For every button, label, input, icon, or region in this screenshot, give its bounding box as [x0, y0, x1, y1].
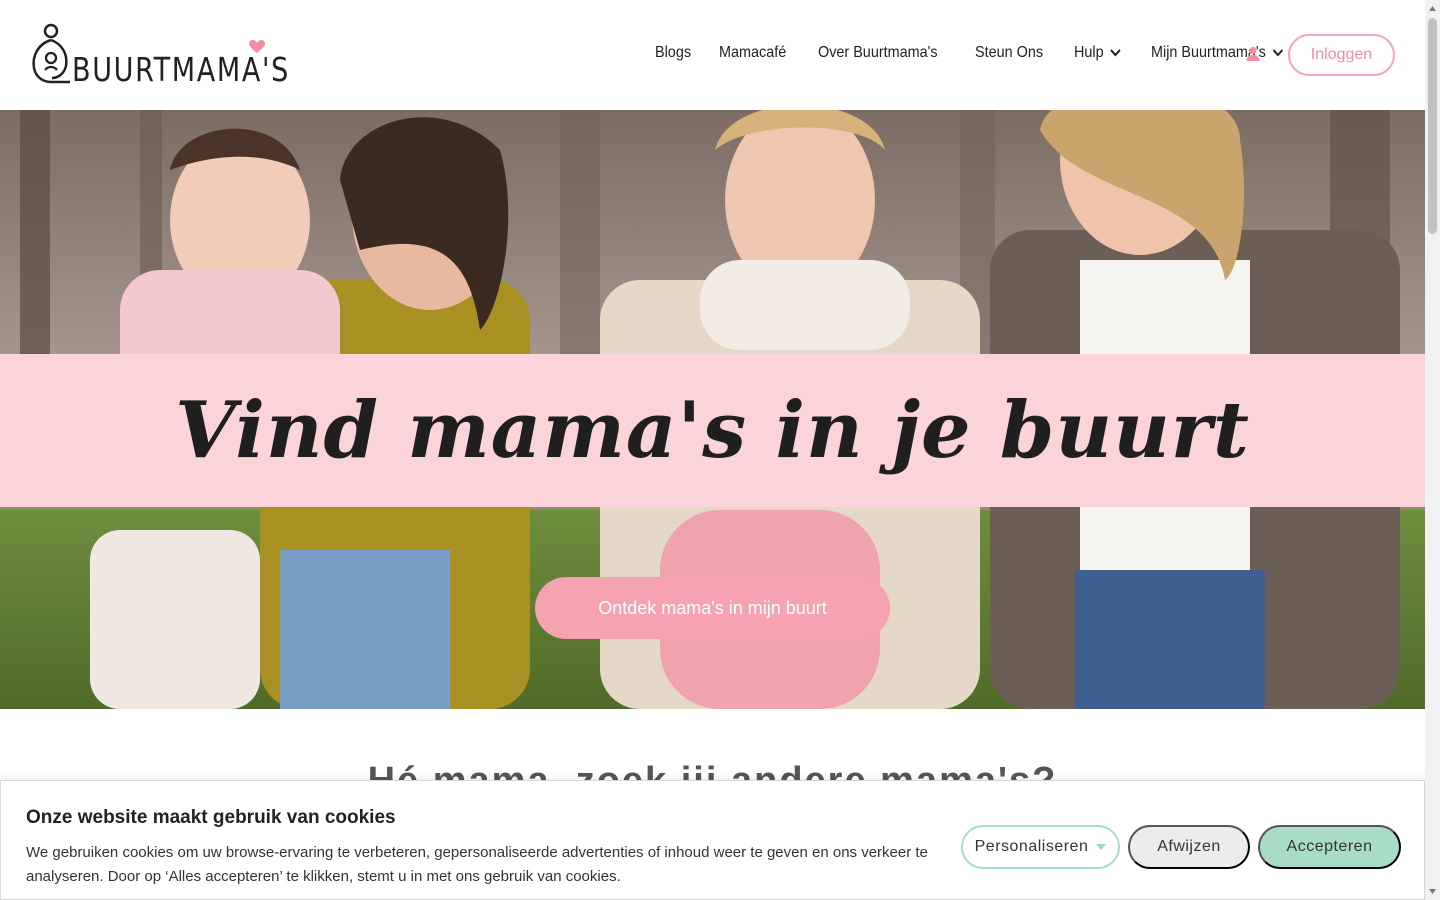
logo-wordmark: BUURTMAMA'S [72, 50, 290, 89]
nav-item-hulp[interactable]: Hulp [1074, 44, 1122, 62]
login-button[interactable]: Inloggen [1288, 34, 1395, 76]
chevron-down-icon [1110, 49, 1121, 57]
scroll-thumb[interactable] [1428, 18, 1437, 234]
scroll-down-arrow-icon[interactable] [1428, 887, 1437, 896]
cookie-title: Onze website maakt gebruik van cookies [26, 807, 396, 828]
nav-item-mijn-buurtmamas[interactable]: Mijn Buurtmama's [1151, 44, 1284, 62]
nav-item-mamacafe[interactable]: Mamacafé [719, 44, 786, 62]
nav-item-steun-ons[interactable]: Steun Ons [975, 44, 1043, 62]
chevron-down-icon [1272, 49, 1283, 57]
hero-section: Vind mama's in je buurt Ontdek mama's in… [0, 110, 1425, 709]
caret-down-icon [1096, 844, 1107, 850]
site-logo[interactable]: BUURTMAMA'S [30, 22, 288, 89]
heart-icon [249, 40, 265, 53]
nav-label: Hulp [1074, 44, 1104, 61]
hero-banner: Vind mama's in je buurt [0, 354, 1425, 507]
user-icon[interactable] [1245, 46, 1261, 62]
personalize-label: Personaliseren [974, 838, 1089, 855]
nav-label: Steun Ons [974, 44, 1043, 61]
scroll-up-arrow-icon[interactable] [1428, 4, 1437, 13]
nav-label: Over Buurtmama's [817, 44, 938, 61]
nav-label: Blogs [655, 44, 692, 61]
discover-moms-button[interactable]: Ontdek mama's in mijn buurt [535, 577, 890, 639]
reject-button[interactable]: Afwijzen [1128, 825, 1250, 869]
cookie-description: We gebruiken cookies om uw browse-ervari… [26, 844, 928, 885]
page-scrollbar[interactable] [1425, 0, 1440, 900]
site-header: BUURTMAMA'S Blogs Mamacafé Over Buurtmam… [0, 0, 1425, 110]
cookie-banner: Onze website maakt gebruik van cookies W… [0, 780, 1425, 900]
nav-label: Mamacafé [719, 44, 787, 61]
mother-child-logo-icon [32, 23, 70, 84]
accept-button[interactable]: Accepteren [1258, 825, 1401, 869]
hero-headline: Vind mama's in je buurt [175, 385, 1250, 476]
nav-item-over-buurtmamas[interactable]: Over Buurtmama's [818, 44, 938, 62]
main-nav: Blogs Mamacafé Over Buurtmama's Steun On… [655, 44, 1323, 62]
personalize-button[interactable]: Personaliseren [961, 825, 1120, 869]
nav-item-blogs[interactable]: Blogs [655, 44, 691, 62]
